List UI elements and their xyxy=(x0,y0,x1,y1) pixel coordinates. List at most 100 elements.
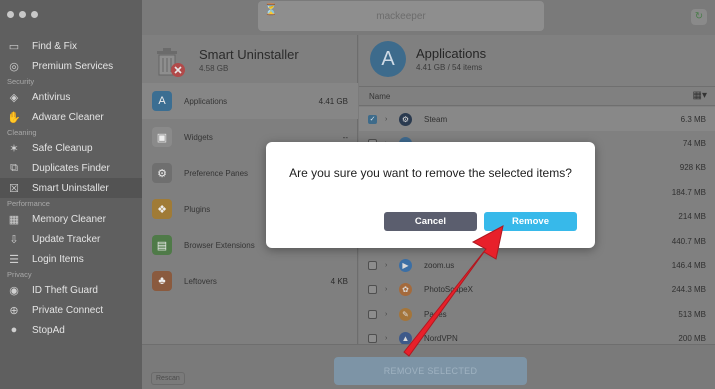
app-size: 928 KB xyxy=(679,163,706,173)
sidebar-item-smart-uninstaller[interactable]: ☒ Smart Uninstaller xyxy=(0,178,142,198)
sidebar-item-label: StopAd xyxy=(32,324,65,336)
category-label: Plugins xyxy=(184,204,211,214)
column-header: Name ▦▾ xyxy=(359,86,715,106)
dialog-message: Are you sure you want to remove the sele… xyxy=(289,166,572,180)
chevron-right-icon[interactable]: › xyxy=(385,311,395,318)
sidebar-item-label: Memory Cleaner xyxy=(32,213,106,225)
trash-icon xyxy=(157,48,185,77)
chevron-right-icon[interactable]: › xyxy=(385,335,395,342)
duplicates-icon: ⧉ xyxy=(10,161,18,174)
remove-button[interactable]: Remove xyxy=(484,212,577,231)
category-label: Leftovers xyxy=(184,276,217,286)
hand-icon: ✋ xyxy=(7,111,21,124)
zoom-icon: ▶ xyxy=(399,259,412,273)
stop-icon: ● xyxy=(10,324,18,336)
window-controls xyxy=(7,11,38,18)
row-checkbox[interactable] xyxy=(368,285,377,295)
category-applications[interactable]: A Applications 4.41 GB xyxy=(142,83,358,119)
sidebar-item-premium-services[interactable]: ◎ Premium Services xyxy=(0,56,142,76)
remove-selected-button[interactable]: REMOVE SELECTED xyxy=(334,357,527,385)
sidebar-item-label: Premium Services xyxy=(32,60,114,72)
widgets-icon: ▣ xyxy=(152,127,172,147)
app-size: 214 MB xyxy=(678,212,706,222)
category-label: Applications xyxy=(184,96,228,106)
minimize-window-button[interactable] xyxy=(19,11,26,18)
table-row[interactable]: › ✿ PhotoScapeX 244.3 MB xyxy=(359,278,715,302)
sidebar-item-stopad[interactable]: ● StopAd xyxy=(0,320,142,340)
sidebar-nav: ▭ Find & Fix ◎ Premium Services Security ◈ Ant… xyxy=(0,36,142,340)
top-bar: ⏳ mackeeper ↻ xyxy=(142,0,715,35)
bottom-bar: Rescan REMOVE SELECTED xyxy=(142,344,715,389)
sidebar-item-adware-cleaner[interactable]: ✋ Adware Cleaner xyxy=(0,107,142,127)
chat-icon: ◎ xyxy=(9,60,19,73)
category-size: 4.41 GB xyxy=(318,96,348,106)
pages-icon: ✎ xyxy=(399,307,412,321)
app-size: 74 MB xyxy=(682,139,706,149)
total-size: 4.58 GB xyxy=(199,64,229,73)
close-window-button[interactable] xyxy=(7,11,14,18)
name-column-header[interactable]: Name xyxy=(369,92,390,101)
title-box: ⏳ mackeeper xyxy=(258,1,544,31)
cancel-button[interactable]: Cancel xyxy=(384,212,477,231)
sidebar-item-antivirus[interactable]: ◈ Antivirus xyxy=(0,87,142,107)
sidebar-item-update-tracker[interactable]: ⇩ Update Tracker xyxy=(0,229,142,249)
sidebar-section-security: Security xyxy=(7,77,35,86)
sidebar-item-label: Login Items xyxy=(32,253,84,265)
apple-core-icon: ♣ xyxy=(152,271,172,291)
app-name: Steam xyxy=(424,114,448,124)
app-size: 146.4 MB xyxy=(671,261,706,271)
category-label: Widgets xyxy=(184,132,213,142)
app-size: 244.3 MB xyxy=(671,285,706,295)
puzzle-icon: ❖ xyxy=(152,199,172,219)
chevron-right-icon[interactable]: › xyxy=(385,262,395,269)
sidebar-item-login-items[interactable]: ☰ Login Items xyxy=(0,249,142,269)
sidebar-item-private-connect[interactable]: ⊕ Private Connect xyxy=(0,300,142,320)
table-row[interactable]: › ▶ zoom.us 146.4 MB xyxy=(359,253,715,277)
app-size: 513 MB xyxy=(678,309,706,319)
row-checkbox[interactable] xyxy=(368,309,377,319)
globe-icon: ⊕ xyxy=(9,304,19,317)
memory-icon: ▦ xyxy=(8,213,20,226)
sidebar-section-cleaning: Cleaning xyxy=(7,128,37,137)
app-name: NordVPN xyxy=(424,334,458,344)
sidebar-section-privacy: Privacy xyxy=(7,270,32,279)
sidebar-item-id-theft-guard[interactable]: ◉ ID Theft Guard xyxy=(0,280,142,300)
app-size: 440.7 MB xyxy=(671,236,706,246)
sidebar-item-label: Duplicates Finder xyxy=(32,162,110,174)
chevron-right-icon[interactable]: › xyxy=(385,116,395,123)
steam-icon: ⚙ xyxy=(399,112,412,126)
list-icon: ☰ xyxy=(9,253,19,266)
table-row[interactable]: ✓ › ⚙ Steam 6.3 MB xyxy=(359,107,715,132)
grid-view-icon[interactable]: ▦▾ xyxy=(693,90,707,101)
rescan-button[interactable]: Rescan xyxy=(151,372,185,385)
chevron-right-icon[interactable]: › xyxy=(385,286,395,293)
row-checkbox[interactable] xyxy=(368,334,377,344)
app-size: 6.3 MB xyxy=(680,114,706,124)
refresh-icon[interactable]: ↻ xyxy=(691,9,707,25)
category-leftovers[interactable]: ♣ Leftovers 4 KB xyxy=(142,263,358,299)
uninstaller-icon: ☒ xyxy=(9,182,19,195)
applications-subtitle: 4.41 GB / 54 items xyxy=(416,63,483,72)
table-row[interactable]: › ✎ Pages 513 MB xyxy=(359,302,715,326)
sidebar-item-label: Antivirus xyxy=(32,91,71,103)
sidebar-item-safe-cleanup[interactable]: ✶ Safe Cleanup xyxy=(0,138,142,158)
appstore-icon: A xyxy=(152,91,172,111)
sidebar-item-label: Private Connect xyxy=(32,304,104,316)
sidebar-item-label: Safe Cleanup xyxy=(32,142,93,154)
zoom-window-button[interactable] xyxy=(31,11,38,18)
sidebar: ▭ Find & Fix ◎ Premium Services Security ◈ Ant… xyxy=(0,0,142,389)
sidebar-item-memory-cleaner[interactable]: ▦ Memory Cleaner xyxy=(0,209,142,229)
gear-icon: ⚙ xyxy=(152,163,172,183)
sidebar-item-label: Update Tracker xyxy=(32,233,101,245)
app-logo: mackeeper xyxy=(376,11,426,22)
page-title: Smart Uninstaller xyxy=(199,47,299,62)
category-label: Browser Extensions xyxy=(184,240,255,250)
sidebar-item-duplicates-finder[interactable]: ⧉ Duplicates Finder xyxy=(0,158,142,178)
sidebar-item-label: Smart Uninstaller xyxy=(32,182,109,194)
row-checkbox[interactable] xyxy=(368,261,377,271)
confirm-dialog: Are you sure you want to remove the sele… xyxy=(266,142,595,248)
sidebar-item-label: ID Theft Guard xyxy=(32,284,98,296)
shield-icon: ◈ xyxy=(9,91,19,104)
row-checkbox[interactable]: ✓ xyxy=(368,114,377,124)
sidebar-item-find-fix[interactable]: ▭ Find & Fix xyxy=(0,36,142,56)
